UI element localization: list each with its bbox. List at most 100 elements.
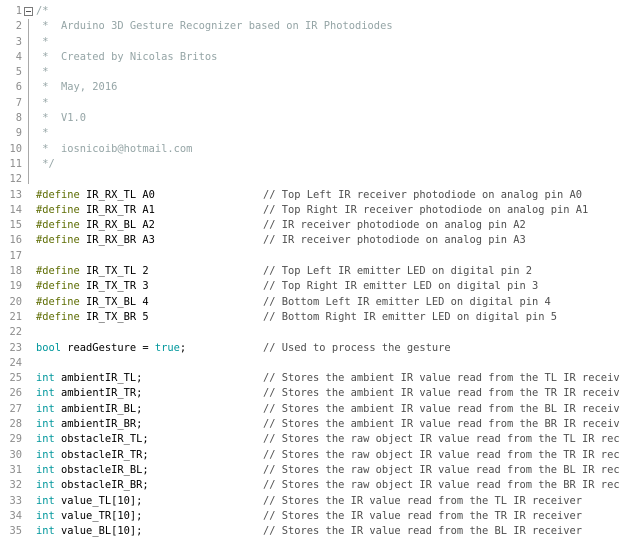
code-token: * iosnicoib@hotmail.com xyxy=(36,142,193,155)
code-line[interactable]: 14 #define IR_RX_TR A1 // Top Right IR rec… xyxy=(0,203,620,218)
code-line[interactable]: 15 #define IR_RX_BL A2 // IR receiver phot… xyxy=(0,218,620,233)
inline-comment: // Stores the raw object IR value read f… xyxy=(263,479,620,492)
code-token: * xyxy=(36,35,49,48)
code-token: /* xyxy=(36,5,49,17)
code-line[interactable]: 9 * xyxy=(0,126,620,141)
line-number: 18 xyxy=(9,265,22,278)
code-text: int ambientIR_TL; xyxy=(36,371,142,386)
code-line[interactable]: 26 int ambientIR_TR; // Stores the ambient… xyxy=(0,386,620,401)
code-line[interactable]: 1 /* xyxy=(0,4,620,19)
code-line[interactable]: 2 * Arduino 3D Gesture Recognizer based … xyxy=(0,19,620,34)
code-line[interactable]: 13 #define IR_RX_TL A0 // Top Left IR rece… xyxy=(0,188,620,203)
code-text: int value_BL[10]; xyxy=(36,524,142,539)
code-line[interactable]: 30 int obstacleIR_TR; // Stores the raw ob… xyxy=(0,448,620,463)
line-number: 35 xyxy=(9,525,22,538)
code-token: IR_TX_BR 5 xyxy=(79,310,149,323)
code-line[interactable]: 12 xyxy=(0,172,620,187)
code-token: int xyxy=(36,372,55,385)
line-number: 11 xyxy=(9,157,22,170)
code-line[interactable]: 33 int value_TL[10]; // Stores the IR valu… xyxy=(0,494,620,509)
line-number: 26 xyxy=(9,387,22,400)
code-text: int obstacleIR_BL; xyxy=(36,463,149,478)
code-line[interactable]: 23 bool readGesture = true; // Used to pro… xyxy=(0,341,620,356)
code-token: value_TL[10]; xyxy=(54,494,143,507)
code-line[interactable]: 22 xyxy=(0,325,620,340)
line-number: 29 xyxy=(9,433,22,446)
code-text: * Arduino 3D Gesture Recognizer based on… xyxy=(36,19,392,34)
inline-comment: // Top Left IR emitter LED on digital pi… xyxy=(263,265,532,278)
code-text: * iosnicoib@hotmail.com xyxy=(36,142,192,157)
code-text: #define IR_RX_BR A3 xyxy=(36,233,155,248)
code-token: int xyxy=(36,509,55,522)
code-line[interactable]: 32 int obstacleIR_BR; // Stores the raw ob… xyxy=(0,478,620,493)
code-token: IR_RX_TR A1 xyxy=(79,203,155,216)
code-text: * V1.0 xyxy=(36,111,86,126)
code-text: int obstacleIR_BR; xyxy=(36,478,149,493)
code-line[interactable]: 29 int obstacleIR_TL; // Stores the raw ob… xyxy=(0,432,620,447)
line-number: 22 xyxy=(9,326,22,339)
code-line[interactable]: 19 #define IR_TX_TR 3 // Top Right IR emit… xyxy=(0,279,620,294)
line-number: 8 xyxy=(15,112,22,125)
code-line[interactable]: 10 * iosnicoib@hotmail.com xyxy=(0,142,620,157)
code-token: * xyxy=(36,127,49,140)
code-line[interactable]: 16 #define IR_RX_BR A3 // IR receiver phot… xyxy=(0,233,620,248)
code-editor[interactable]: 1 /* 2 * Arduino 3D Gesture Recognizer bas… xyxy=(0,4,620,546)
inline-comment: // Stores the raw object IR value read f… xyxy=(263,448,620,461)
code-token: value_BL[10]; xyxy=(54,525,143,538)
line-number: 33 xyxy=(9,494,22,507)
code-line[interactable]: 18 #define IR_TX_TL 2 // Top Left IR emitt… xyxy=(0,264,620,279)
code-line[interactable]: 25 int ambientIR_TL; // Stores the ambient… xyxy=(0,371,620,386)
inline-comment: // Stores the ambient IR value read from… xyxy=(263,418,620,431)
inline-comment: // Bottom Left IR emitter LED on digital… xyxy=(263,295,551,308)
code-text: #define IR_TX_TR 3 xyxy=(36,279,149,294)
code-text: /* xyxy=(36,4,49,19)
code-line[interactable]: 31 int obstacleIR_BL; // Stores the raw ob… xyxy=(0,463,620,478)
code-text: int ambientIR_BL; xyxy=(36,402,142,417)
code-text: bool readGesture = true; xyxy=(36,341,186,356)
line-number: 2 xyxy=(15,20,22,33)
code-token: ; xyxy=(179,341,187,354)
code-text: * Created by Nicolas Britos xyxy=(36,50,217,65)
code-line[interactable]: 21 #define IR_TX_BR 5 // Bottom Right IR e… xyxy=(0,310,620,325)
code-line[interactable]: 6 * May, 2016 xyxy=(0,80,620,95)
code-text: #define IR_RX_TL A0 xyxy=(36,188,155,203)
code-line[interactable]: 3 * xyxy=(0,35,620,50)
code-token: obstacleIR_TL; xyxy=(54,433,149,446)
inline-comment: // Top Left IR receiver photodiode on an… xyxy=(263,188,583,201)
code-line[interactable]: 20 #define IR_TX_BL 4 // Bottom Left IR em… xyxy=(0,295,620,310)
code-text: int value_TL[10]; xyxy=(36,494,142,509)
code-text: int ambientIR_BR; xyxy=(36,417,142,432)
code-text: * xyxy=(36,65,48,80)
code-token: int xyxy=(36,402,55,415)
code-token: #define xyxy=(36,234,80,247)
code-token: obstacleIR_BR; xyxy=(54,479,149,492)
line-number: 31 xyxy=(9,463,22,476)
code-line[interactable]: 27 int ambientIR_BL; // Stores the ambient… xyxy=(0,402,620,417)
code-line[interactable]: 35 int value_BL[10]; // Stores the IR valu… xyxy=(0,524,620,539)
code-token: int xyxy=(36,479,55,492)
code-token: * xyxy=(36,96,49,109)
code-line[interactable]: 11 */ xyxy=(0,157,620,172)
inline-comment: // Stores the IR value read from the TR … xyxy=(263,509,583,522)
code-text: #define IR_TX_BR 5 xyxy=(36,310,149,325)
code-token: obstacleIR_TR; xyxy=(54,448,149,461)
code-token: #define xyxy=(36,280,80,293)
line-number: 27 xyxy=(9,402,22,415)
code-line[interactable]: 28 int ambientIR_BR; // Stores the ambient… xyxy=(0,417,620,432)
code-text: */ xyxy=(36,157,55,172)
inline-comment: // IR receiver photodiode on analog pin … xyxy=(263,234,526,247)
line-number: 5 xyxy=(15,66,22,79)
code-token: #define xyxy=(36,310,80,323)
line-number: 17 xyxy=(9,249,22,262)
code-token: int xyxy=(36,525,55,538)
code-line[interactable]: 24 xyxy=(0,356,620,371)
code-line[interactable]: 8 * V1.0 xyxy=(0,111,620,126)
code-line[interactable]: 34 int value_TR[10]; // Stores the IR valu… xyxy=(0,509,620,524)
code-line[interactable]: 7 * xyxy=(0,96,620,111)
code-token: IR_TX_BL 4 xyxy=(79,295,149,308)
code-line[interactable]: 5 * xyxy=(0,65,620,80)
code-line[interactable]: 17 xyxy=(0,249,620,264)
inline-comment: // Bottom Right IR emitter LED on digita… xyxy=(263,310,558,323)
code-token: bool xyxy=(36,341,62,354)
code-line[interactable]: 4 * Created by Nicolas Britos xyxy=(0,50,620,65)
